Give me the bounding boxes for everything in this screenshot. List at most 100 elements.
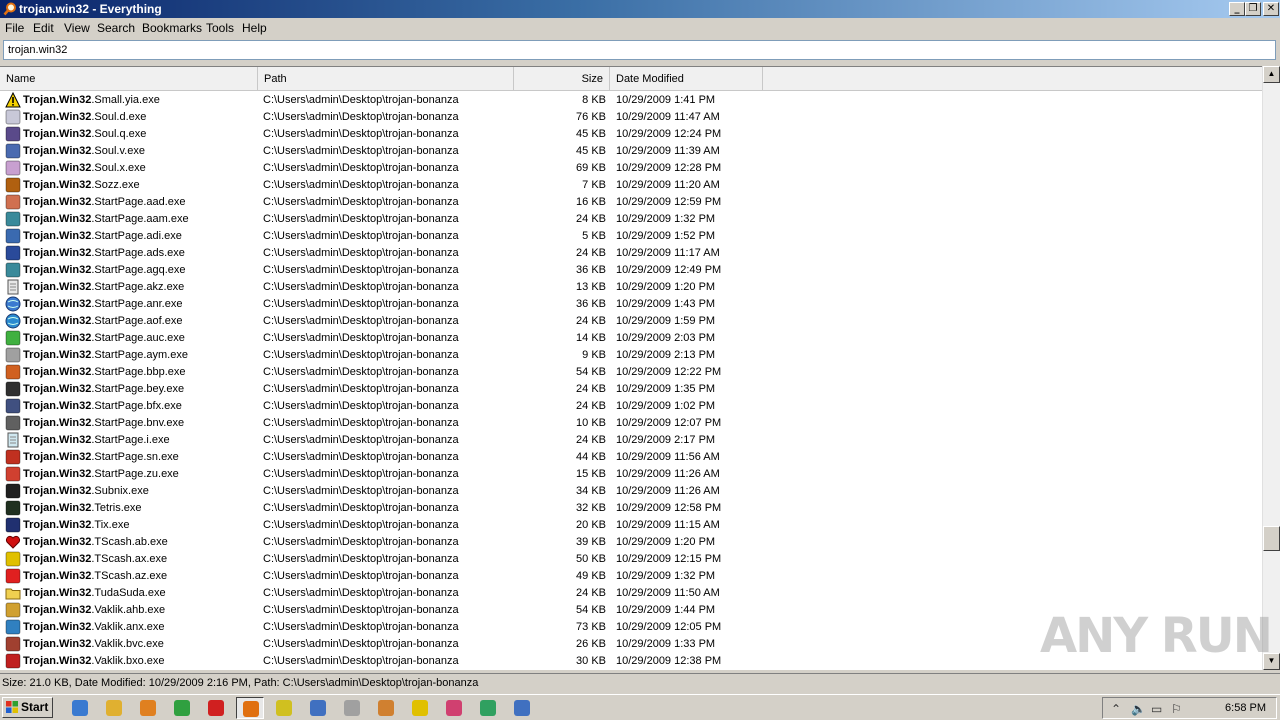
chrome-icon <box>174 700 190 716</box>
menu-tools[interactable]: Tools <box>206 21 234 35</box>
taskbar-app-button[interactable] <box>168 697 196 719</box>
table-row[interactable]: Trojan.Win32.TScash.az.exe C:\Users\admin… <box>0 568 1262 585</box>
table-row[interactable]: Trojan.Win32.StartPage.zu.exe C:\Users\ad… <box>0 466 1262 483</box>
taskbar-app-button[interactable] <box>440 697 468 719</box>
file-name: Trojan.Win32.StartPage.aad.exe <box>23 196 186 208</box>
ie-icon <box>72 700 88 716</box>
file-path: C:\Users\admin\Desktop\trojan-bonanza <box>263 434 459 446</box>
taskbar-app-button[interactable] <box>474 697 502 719</box>
file-size: 45 KB <box>576 145 606 157</box>
file-name: Trojan.Win32.Tetris.exe <box>23 502 142 514</box>
table-row[interactable]: Trojan.Win32.Subnix.exe C:\Users\admin\De… <box>0 483 1262 500</box>
file-path: C:\Users\admin\Desktop\trojan-bonanza <box>263 281 459 293</box>
table-row[interactable]: Trojan.Win32.StartPage.bfx.exe C:\Users\a… <box>0 398 1262 415</box>
table-row[interactable]: Trojan.Win32.Soul.v.exe C:\Users\admin\De… <box>0 143 1262 160</box>
table-row[interactable]: Trojan.Win32.Sozz.exe C:\Users\admin\Desk… <box>0 177 1262 194</box>
menu-edit[interactable]: Edit <box>33 21 54 35</box>
table-row[interactable]: Trojan.Win32.Tetris.exe C:\Users\admin\De… <box>0 500 1262 517</box>
search-input[interactable]: trojan.win32 <box>3 40 1276 60</box>
menu-file[interactable]: File <box>5 21 24 35</box>
table-row[interactable]: Trojan.Win32.StartPage.auc.exe C:\Users\a… <box>0 330 1262 347</box>
table-row[interactable]: Trojan.Win32.TudaSuda.exe C:\Users\admin\… <box>0 585 1262 602</box>
taskbar-app-button[interactable] <box>236 697 264 719</box>
table-row[interactable]: Trojan.Win32.StartPage.sn.exe C:\Users\ad… <box>0 449 1262 466</box>
network-icon <box>310 700 326 716</box>
table-row[interactable]: Trojan.Win32.TScash.ab.exe C:\Users\admin… <box>0 534 1262 551</box>
flag-icon[interactable]: ⚐ <box>1171 702 1182 716</box>
table-row[interactable]: Trojan.Win32.StartPage.aam.exe C:\Users\a… <box>0 211 1262 228</box>
table-row[interactable]: Trojan.Win32.StartPage.aof.exe C:\Users\a… <box>0 313 1262 330</box>
start-button[interactable]: Start <box>2 697 53 718</box>
close-button[interactable]: ✕ <box>1263 2 1279 16</box>
lightning-icon <box>5 551 21 567</box>
table-row[interactable]: Trojan.Win32.Tix.exe C:\Users\admin\Deskt… <box>0 517 1262 534</box>
network-tray-icon[interactable]: ▭ <box>1151 702 1162 716</box>
column-path[interactable]: Path <box>258 67 514 90</box>
scroll-up-button[interactable]: ▲ <box>1263 66 1280 83</box>
table-row[interactable]: Trojan.Win32.StartPage.i.exe C:\Users\adm… <box>0 432 1262 449</box>
file-size: 44 KB <box>576 451 606 463</box>
menu-help[interactable]: Help <box>242 21 267 35</box>
column-size[interactable]: Size <box>514 67 610 90</box>
taskbar-app-button[interactable] <box>406 697 434 719</box>
bottle-icon <box>5 602 21 618</box>
file-date: 10/29/2009 12:28 PM <box>616 162 722 174</box>
taskbar-app-button[interactable] <box>304 697 332 719</box>
table-row[interactable]: Trojan.Win32.StartPage.bnv.exe C:\Users\a… <box>0 415 1262 432</box>
column-date-modified[interactable]: Date Modified <box>610 67 763 90</box>
taskbar-app-button[interactable] <box>134 697 162 719</box>
file-size: 13 KB <box>576 281 606 293</box>
menu-bookmarks[interactable]: Bookmarks <box>142 21 202 35</box>
taskbar-app-button[interactable] <box>66 697 94 719</box>
file-path: C:\Users\admin\Desktop\trojan-bonanza <box>263 94 459 106</box>
table-row[interactable]: Trojan.Win32.StartPage.ads.exe C:\Users\a… <box>0 245 1262 262</box>
disk-icon <box>5 415 21 431</box>
system-tray: ⌃ 🔈 ▭ ⚐ 6:58 PM <box>1102 697 1277 719</box>
taskbar-app-button[interactable] <box>270 697 298 719</box>
file-date: 10/29/2009 1:35 PM <box>616 383 716 395</box>
file-date: 10/29/2009 1:20 PM <box>616 281 716 293</box>
table-row[interactable]: Trojan.Win32.StartPage.bbp.exe C:\Users\a… <box>0 364 1262 381</box>
table-row[interactable]: Trojan.Win32.Soul.q.exe C:\Users\admin\De… <box>0 126 1262 143</box>
taskbar-app-button[interactable] <box>100 697 128 719</box>
taskbar-app-button[interactable] <box>508 697 536 719</box>
table-row[interactable]: Trojan.Win32.StartPage.anr.exe C:\Users\a… <box>0 296 1262 313</box>
file-name: Trojan.Win32.Vaklik.bxo.exe <box>23 655 165 667</box>
menu-search[interactable]: Search <box>97 21 135 35</box>
menu-view[interactable]: View <box>64 21 90 35</box>
taskbar: Start ⌃ 🔈 ▭ ⚐ 6:58 PM <box>0 694 1280 720</box>
volume-icon[interactable]: 🔈 <box>1131 702 1146 716</box>
table-row[interactable]: Trojan.Win32.StartPage.aym.exe C:\Users\a… <box>0 347 1262 364</box>
table-row[interactable]: Trojan.Win32.Small.yia.exe C:\Users\admin… <box>0 91 1262 109</box>
scroll-thumb[interactable] <box>1263 526 1280 551</box>
file-path: C:\Users\admin\Desktop\trojan-bonanza <box>263 638 459 650</box>
minimize-button[interactable]: _ <box>1229 2 1245 16</box>
show-hidden-icons-icon[interactable]: ⌃ <box>1111 702 1121 716</box>
taskbar-app-button[interactable] <box>202 697 230 719</box>
file-size: 73 KB <box>576 621 606 633</box>
table-row[interactable]: Trojan.Win32.Soul.d.exe C:\Users\admin\De… <box>0 109 1262 126</box>
file-path: C:\Users\admin\Desktop\trojan-bonanza <box>263 400 459 412</box>
file-date: 10/29/2009 2:13 PM <box>616 349 716 361</box>
recycle-bin-icon <box>480 700 496 716</box>
table-row[interactable]: Trojan.Win32.StartPage.adi.exe C:\Users\a… <box>0 228 1262 245</box>
window-app-icon <box>514 700 530 716</box>
table-row[interactable]: Trojan.Win32.TScash.ax.exe C:\Users\admin… <box>0 551 1262 568</box>
column-name[interactable]: Name <box>0 67 258 90</box>
search-icon <box>3 2 16 16</box>
vertical-scrollbar[interactable]: ▲ ▼ <box>1262 66 1280 670</box>
taskbar-app-button[interactable] <box>338 697 366 719</box>
table-row[interactable]: Trojan.Win32.StartPage.agq.exe C:\Users\a… <box>0 262 1262 279</box>
file-size: 45 KB <box>576 128 606 140</box>
table-row[interactable]: Trojan.Win32.StartPage.aad.exe C:\Users\a… <box>0 194 1262 211</box>
file-date: 10/29/2009 1:52 PM <box>616 230 716 242</box>
file-date: 10/29/2009 11:26 AM <box>616 485 720 497</box>
stop-icon <box>208 700 224 716</box>
photo-icon <box>5 194 21 210</box>
table-row[interactable]: Trojan.Win32.Soul.x.exe C:\Users\admin\De… <box>0 160 1262 177</box>
restore-button[interactable]: ❐ <box>1245 2 1261 16</box>
table-row[interactable]: Trojan.Win32.StartPage.akz.exe C:\Users\a… <box>0 279 1262 296</box>
table-row[interactable]: Trojan.Win32.StartPage.bey.exe C:\Users\a… <box>0 381 1262 398</box>
taskbar-app-button[interactable] <box>372 697 400 719</box>
file-date: 10/29/2009 11:39 AM <box>616 145 720 157</box>
